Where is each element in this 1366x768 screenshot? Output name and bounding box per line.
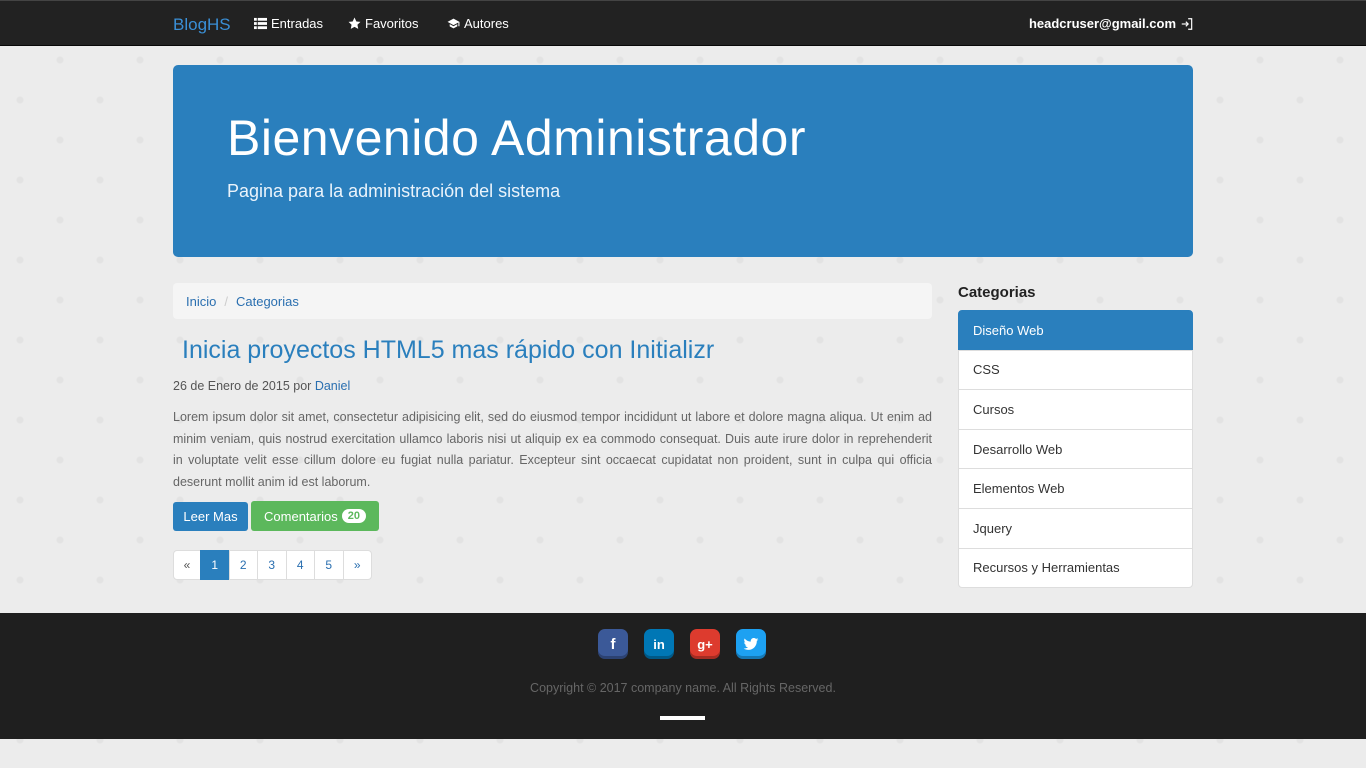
page-title: Bienvenido Administrador [227, 110, 806, 166]
post-excerpt: Lorem ipsum dolor sit amet, consectetur … [173, 410, 932, 489]
footer-divider [660, 716, 705, 720]
post-meta: 26 de Enero de 2015 por Daniel [173, 379, 350, 393]
category-item-cursos[interactable]: Cursos [958, 389, 1193, 430]
category-item-jquery[interactable]: Jquery [958, 507, 1193, 549]
comments-button[interactable]: Comentarios 20 [251, 501, 379, 531]
category-list: Diseño Web CSS Cursos Desarrollo Web Ele… [958, 310, 1193, 589]
nav-item-label: Autores [464, 16, 509, 31]
category-item-recursos[interactable]: Recursos y Herramientas [958, 547, 1193, 589]
post-author-link[interactable]: Daniel [315, 379, 350, 393]
user-email: headcruser@gmail.com [1028, 16, 1176, 31]
nav-item-entradas[interactable]: Entradas [254, 16, 323, 31]
read-more-button[interactable]: Leer Mas [173, 502, 248, 531]
pagination-page-2[interactable]: 2 [228, 550, 258, 580]
pagination-page-5[interactable]: 5 [314, 550, 344, 580]
facebook-icon[interactable]: f [598, 629, 628, 659]
graduation-cap-icon [447, 18, 460, 29]
post-by: por [293, 379, 312, 393]
list-icon [254, 17, 267, 30]
brand-link[interactable]: BlogHS [173, 15, 231, 35]
post-date: 26 de Enero de 2015 [173, 379, 290, 393]
pagination-next[interactable]: » [342, 550, 372, 580]
post-title[interactable]: Inicia proyectos HTML5 mas rápido con In… [182, 336, 714, 365]
breadcrumb-inicio[interactable]: Inicio [186, 294, 216, 309]
star-icon [348, 17, 361, 29]
breadcrumb-separator: / [224, 293, 228, 309]
pagination-prev[interactable]: « [173, 550, 201, 580]
category-item-diseno-web[interactable]: Diseño Web [958, 310, 1193, 351]
nav-item-autores[interactable]: Autores [447, 16, 509, 31]
copyright-text: Copyright © 2017 company name. All Right… [530, 681, 836, 695]
comments-label: Comentarios [264, 508, 338, 524]
welcome-jumbotron: Bienvenido Administrador Pagina para la … [173, 65, 1193, 257]
footer: f in g+ Copyright © 2017 company name. A… [0, 613, 1366, 739]
pagination-page-3[interactable]: 3 [257, 550, 287, 580]
category-item-desarrollo-web[interactable]: Desarrollo Web [958, 428, 1193, 470]
breadcrumb-categorias[interactable]: Categorias [236, 294, 299, 309]
sidebar-title: Categorias [958, 284, 1036, 301]
pagination-page-1[interactable]: 1 [200, 550, 230, 580]
nav-item-label: Entradas [271, 16, 324, 31]
pagination-page-4[interactable]: 4 [285, 550, 315, 580]
user-logout-link[interactable]: headcruser@gmail.com [1029, 16, 1194, 31]
pagination: « 1 2 3 4 5 » [173, 550, 372, 580]
nav-item-favoritos[interactable]: Favoritos [348, 16, 418, 31]
page-subtitle: Pagina para la administración del sistem… [227, 181, 561, 201]
sign-in-icon [1181, 17, 1193, 30]
top-navbar: BlogHS Entradas Favoritos Autores headcr… [0, 0, 1366, 46]
linkedin-icon[interactable]: in [644, 629, 674, 659]
breadcrumb: Inicio / Categorias [173, 283, 932, 319]
comments-count-badge: 20 [341, 509, 366, 523]
google-plus-icon[interactable]: g+ [690, 629, 720, 659]
nav-item-label: Favoritos [365, 16, 419, 31]
twitter-icon[interactable] [736, 629, 766, 659]
category-item-elementos-web[interactable]: Elementos Web [958, 468, 1193, 509]
category-item-css[interactable]: CSS [958, 349, 1193, 391]
social-links: f in g+ [598, 629, 766, 659]
